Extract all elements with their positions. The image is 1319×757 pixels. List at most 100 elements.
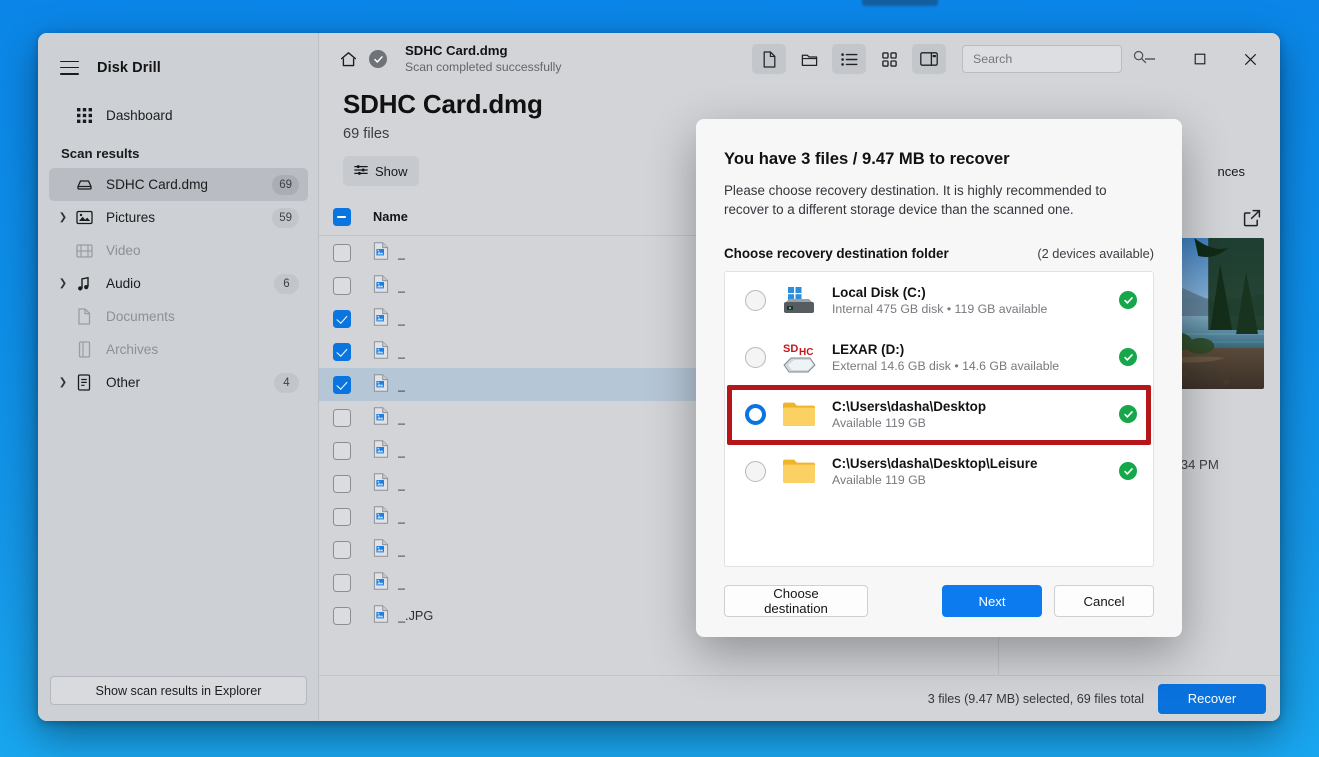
destination-radio[interactable] — [745, 289, 766, 311]
main-area: SDHC Card.dmg Scan completed successfull… — [319, 33, 1280, 721]
search-box[interactable] — [962, 45, 1147, 73]
recovery-chances-filter-label[interactable]: nces — [1207, 156, 1256, 186]
destination-row[interactable]: C:\Users\dasha\Desktop\Leisure Available … — [725, 443, 1153, 500]
sidebar-item-badge: 59 — [272, 207, 299, 228]
sidebar-item-label: Other — [106, 375, 140, 390]
picture-icon — [75, 209, 93, 227]
file-type-icon — [373, 440, 389, 461]
app-title: Disk Drill — [97, 59, 161, 76]
chevron-right-icon[interactable]: ❯ — [57, 278, 69, 290]
destination-name: C:\Users\dasha\Desktop — [832, 398, 987, 414]
row-checkbox[interactable] — [333, 408, 351, 427]
destination-name: Local Disk (C:) — [832, 284, 926, 300]
sidebar-item-label: Audio — [106, 276, 141, 291]
row-checkbox[interactable] — [333, 507, 351, 526]
destination-row[interactable]: C:\Users\dasha\Desktop Available 119 GB — [725, 386, 1153, 443]
sidebar-footer: Show scan results in Explorer — [38, 676, 319, 721]
sidebar-item-label: Documents — [106, 309, 175, 324]
dialog-subheader-label: Choose recovery destination folder — [724, 245, 949, 261]
disk-icon — [75, 176, 93, 194]
top-edge-sliver — [862, 0, 938, 6]
row-checkbox[interactable] — [333, 309, 351, 328]
row-file-name: _ — [398, 344, 406, 359]
file-type-icon — [373, 539, 389, 560]
row-file-name: _ — [398, 278, 406, 293]
audio-icon — [75, 275, 93, 293]
cancel-button[interactable]: Cancel — [1054, 585, 1154, 617]
sidebar-item-documents[interactable]: Documents — [49, 300, 308, 333]
split-view-icon[interactable] — [912, 44, 946, 74]
recovery-destination-dialog: You have 3 files / 9.47 MB to recover Pl… — [696, 119, 1182, 637]
folder-icon — [780, 454, 818, 488]
row-checkbox[interactable] — [333, 243, 351, 262]
file-view-icon[interactable] — [752, 44, 786, 74]
sidebar-item-label: Archives — [106, 342, 159, 357]
row-checkbox[interactable] — [333, 474, 351, 493]
file-type-icon — [373, 506, 389, 527]
archive-icon — [75, 341, 93, 359]
row-checkbox[interactable] — [333, 441, 351, 460]
chevron-right-icon[interactable]: ❯ — [57, 377, 69, 389]
sidebar-item-dashboard[interactable]: Dashboard — [49, 99, 308, 132]
row-checkbox[interactable] — [333, 276, 351, 295]
file-type-icon — [373, 605, 389, 626]
row-file-name: _ — [398, 542, 406, 557]
sidebar-item-sdhc-card[interactable]: SDHC Card.dmg 69 — [49, 168, 308, 201]
row-file-name: _ — [398, 311, 406, 326]
folder-view-icon[interactable] — [792, 44, 826, 74]
row-file-name: _.JPG — [398, 608, 434, 623]
destination-row[interactable]: Local Disk (C:) Internal 475 GB disk • 11… — [725, 272, 1153, 329]
sidebar-item-badge: 69 — [272, 174, 299, 195]
row-file-name: _ — [398, 575, 406, 590]
close-icon[interactable] — [1228, 42, 1272, 76]
destination-radio[interactable] — [745, 460, 766, 482]
sidebar-item-pictures[interactable]: ❯ Pictures 59 — [49, 201, 308, 234]
recover-button[interactable]: Recover — [1158, 683, 1266, 714]
destination-list[interactable]: Local Disk (C:) Internal 475 GB disk • 11… — [724, 270, 1154, 567]
minimize-icon[interactable] — [1128, 42, 1172, 76]
row-checkbox[interactable] — [333, 606, 351, 625]
file-type-icon — [373, 275, 389, 296]
sidebar-item-other[interactable]: ❯ Other 4 — [49, 366, 308, 399]
select-all-checkbox[interactable] — [333, 207, 351, 226]
sdhc-card-icon: SD HC — [780, 340, 818, 374]
next-button[interactable]: Next — [942, 585, 1042, 617]
sidebar-item-audio[interactable]: ❯ Audio 6 — [49, 267, 308, 300]
sidebar-item-badge: 4 — [274, 372, 299, 393]
windows-drive-icon — [780, 283, 818, 317]
destination-ok-icon — [1119, 291, 1137, 310]
sidebar-item-archives[interactable]: Archives — [49, 333, 308, 366]
sidebar-item-video[interactable]: Video — [49, 234, 308, 267]
column-header-name[interactable]: Name — [373, 209, 408, 224]
chevron-right-icon[interactable]: ❯ — [57, 212, 69, 224]
show-filter-button[interactable]: Show — [343, 156, 419, 186]
dialog-description: Please choose recovery destination. It i… — [724, 183, 1107, 218]
file-type-icon — [373, 374, 389, 395]
row-checkbox[interactable] — [333, 573, 351, 592]
dialog-actions: Choose destination Next Cancel — [724, 567, 1154, 637]
scan-status-icon-wrap — [363, 44, 393, 74]
maximize-icon[interactable] — [1178, 42, 1222, 76]
destination-radio[interactable] — [745, 346, 766, 368]
sidebar-item-label: SDHC Card.dmg — [106, 177, 208, 192]
destination-row[interactable]: SD HC LEXAR (D:) External 14.6 GB disk • 14… — [725, 329, 1153, 386]
sidebar-item-label: Video — [106, 243, 141, 258]
sidebar-item-label: Dashboard — [106, 108, 173, 123]
destination-sub: Available 119 GB — [832, 415, 926, 430]
sliders-icon — [354, 164, 368, 179]
hamburger-icon[interactable] — [60, 60, 79, 75]
choose-destination-button[interactable]: Choose destination — [724, 585, 868, 617]
row-checkbox[interactable] — [333, 342, 351, 361]
row-checkbox[interactable] — [333, 540, 351, 559]
destination-text: C:\Users\dasha\Desktop\Leisure Available … — [832, 456, 1105, 487]
home-icon[interactable] — [333, 44, 363, 74]
search-input[interactable] — [973, 52, 1133, 66]
open-external-icon[interactable] — [1242, 208, 1264, 230]
row-checkbox[interactable] — [333, 375, 351, 394]
show-scan-results-in-explorer-button[interactable]: Show scan results in Explorer — [50, 676, 307, 705]
destination-radio[interactable] — [745, 403, 766, 425]
grid-view-icon[interactable] — [872, 44, 906, 74]
list-view-icon[interactable] — [832, 44, 866, 74]
sidebar: Disk Drill Dashboard Scan results SDHC C… — [38, 33, 319, 721]
destination-sub: Internal 475 GB disk • 119 GB available — [832, 301, 1048, 316]
